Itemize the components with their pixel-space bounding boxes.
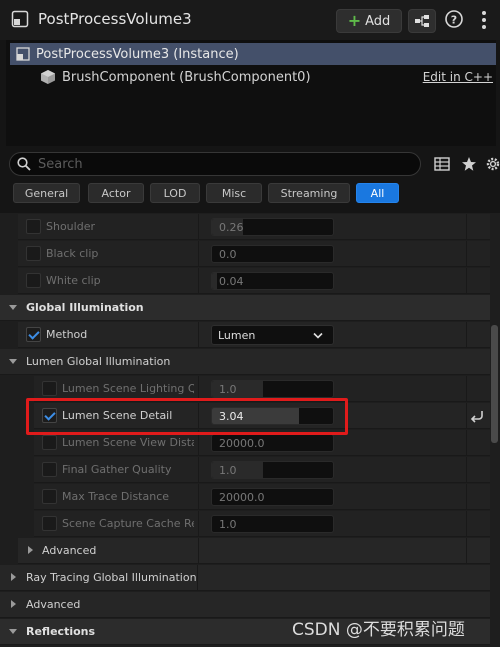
max-trace-label: Max Trace Distance <box>62 490 170 503</box>
final-gather-override-checkbox[interactable] <box>42 462 57 477</box>
capture-cache-value-input[interactable]: 1.0 <box>211 515 334 533</box>
search-input[interactable] <box>38 156 408 172</box>
reset-to-default-icon[interactable] <box>469 409 485 423</box>
chevron-right-icon <box>28 546 33 554</box>
section-lumen-gi-label: Lumen Global Illumination <box>26 355 171 368</box>
scene-lighting-override-checkbox[interactable] <box>42 381 57 396</box>
black-clip-label: Black clip <box>46 247 99 260</box>
property-row-final-gather-quality: Final Gather Quality 1.0 <box>0 457 490 483</box>
tab-all[interactable]: All <box>356 183 399 203</box>
method-dropdown[interactable]: Lumen <box>211 325 334 345</box>
property-row-max-trace-distance: Max Trace Distance 20000.0 <box>0 484 490 510</box>
capture-cache-override-checkbox[interactable] <box>42 516 57 531</box>
white-clip-label: White clip <box>46 274 101 287</box>
advanced-nested-label: Advanced <box>42 544 97 557</box>
scrollbar-thumb[interactable] <box>491 325 498 443</box>
favorites-star-icon[interactable] <box>461 156 477 172</box>
tree-item-brush-label: BrushComponent (BrushComponent0) <box>62 69 311 85</box>
black-clip-value-input[interactable]: 0.0 <box>211 245 334 263</box>
blueprint-icon <box>415 15 429 27</box>
property-row-method: Method Lumen <box>0 322 490 348</box>
tab-actor[interactable]: Actor <box>88 183 144 203</box>
shoulder-value-input[interactable]: 0.26 <box>211 218 334 236</box>
svg-text:?: ? <box>451 14 457 27</box>
section-reflections-label: Reflections <box>26 625 96 638</box>
method-label: Method <box>46 328 88 341</box>
tree-item-instance[interactable]: PostProcessVolume3 (Instance) <box>10 43 496 65</box>
method-override-checkbox[interactable] <box>26 327 41 342</box>
view-distance-label: Lumen Scene View Dista... <box>62 436 194 449</box>
scene-lighting-value: 1.0 <box>219 383 237 396</box>
chevron-right-icon <box>11 600 16 608</box>
white-clip-override-checkbox[interactable] <box>26 273 41 288</box>
black-clip-override-checkbox[interactable] <box>26 246 41 261</box>
details-title: PostProcessVolume3 <box>38 10 192 28</box>
shoulder-value: 0.26 <box>219 221 244 234</box>
chevron-down-icon <box>313 332 323 339</box>
final-gather-value-input[interactable]: 1.0 <box>211 461 334 479</box>
settings-gear-icon[interactable] <box>485 156 500 172</box>
cube-icon <box>41 70 55 84</box>
view-distance-value-input[interactable]: 20000.0 <box>211 434 334 452</box>
tab-general[interactable]: General <box>13 183 80 203</box>
section-ray-tracing-gi-label: Ray Tracing Global Illumination <box>26 571 197 584</box>
black-clip-value: 0.0 <box>219 248 237 261</box>
property-row-shoulder: Shoulder 0.26 <box>0 214 490 240</box>
property-row-white-clip: White clip 0.04 <box>0 268 490 294</box>
details-title-bar: PostProcessVolume3 + Add ? <box>0 0 500 40</box>
section-lumen-global-illumination[interactable]: Lumen Global Illumination <box>0 349 490 375</box>
add-component-button[interactable]: + Add <box>336 9 402 33</box>
final-gather-value: 1.0 <box>219 464 237 477</box>
max-trace-value-input[interactable]: 20000.0 <box>211 488 334 506</box>
chevron-down-icon <box>9 359 17 364</box>
chevron-down-icon <box>9 305 17 310</box>
plus-icon: + <box>347 11 362 30</box>
tab-lod[interactable]: LOD <box>150 183 200 203</box>
shoulder-label: Shoulder <box>46 220 95 233</box>
help-icon[interactable]: ? <box>444 9 464 29</box>
edit-in-cpp-link[interactable]: Edit in C++ <box>423 70 493 84</box>
tab-misc[interactable]: Misc <box>206 183 262 203</box>
components-tree: PostProcessVolume3 (Instance) BrushCompo… <box>6 40 496 146</box>
chevron-down-icon <box>9 629 17 634</box>
highlight-box <box>26 398 348 435</box>
actor-instance-icon <box>16 47 30 61</box>
method-value: Lumen <box>218 329 256 342</box>
section-global-illumination[interactable]: Global Illumination <box>0 295 490 321</box>
post-process-volume-icon <box>11 10 29 28</box>
property-row-black-clip: Black clip 0.0 <box>0 241 490 267</box>
white-clip-value-input[interactable]: 0.04 <box>211 272 334 290</box>
search-bar[interactable] <box>9 152 421 176</box>
tab-streaming[interactable]: Streaming <box>268 183 350 203</box>
chevron-right-icon <box>11 573 16 581</box>
view-distance-override-checkbox[interactable] <box>42 435 57 450</box>
add-button-label: Add <box>365 13 391 29</box>
scene-lighting-value-input[interactable]: 1.0 <box>211 380 334 398</box>
scene-lighting-label: Lumen Scene Lighting Q... <box>62 382 194 395</box>
more-options-icon[interactable] <box>474 9 494 31</box>
tree-item-instance-label: PostProcessVolume3 (Instance) <box>36 46 239 62</box>
section-advanced-label: Advanced <box>26 598 81 611</box>
max-trace-value: 20000.0 <box>219 491 265 504</box>
section-global-illumination-label: Global Illumination <box>26 301 144 314</box>
watermark-text: CSDN @不要积累问题 <box>292 620 465 640</box>
section-ray-tracing-gi[interactable]: Ray Tracing Global Illumination <box>0 565 490 591</box>
white-clip-value: 0.04 <box>219 275 244 288</box>
property-matrix-icon[interactable] <box>434 156 450 172</box>
capture-cache-value: 1.0 <box>219 518 237 531</box>
blueprint-button[interactable] <box>408 9 436 33</box>
max-trace-override-checkbox[interactable] <box>42 489 57 504</box>
section-advanced-nested[interactable]: Advanced <box>0 538 490 564</box>
property-row-scene-capture-cache: Scene Capture Cache Re... 1.0 <box>0 511 490 537</box>
view-distance-value: 20000.0 <box>219 437 265 450</box>
final-gather-label: Final Gather Quality <box>62 463 172 476</box>
capture-cache-label: Scene Capture Cache Re... <box>62 517 194 530</box>
search-icon <box>17 157 31 171</box>
shoulder-override-checkbox[interactable] <box>26 219 41 234</box>
tree-item-brush-component[interactable]: BrushComponent (BrushComponent0) Edit in… <box>10 66 496 88</box>
